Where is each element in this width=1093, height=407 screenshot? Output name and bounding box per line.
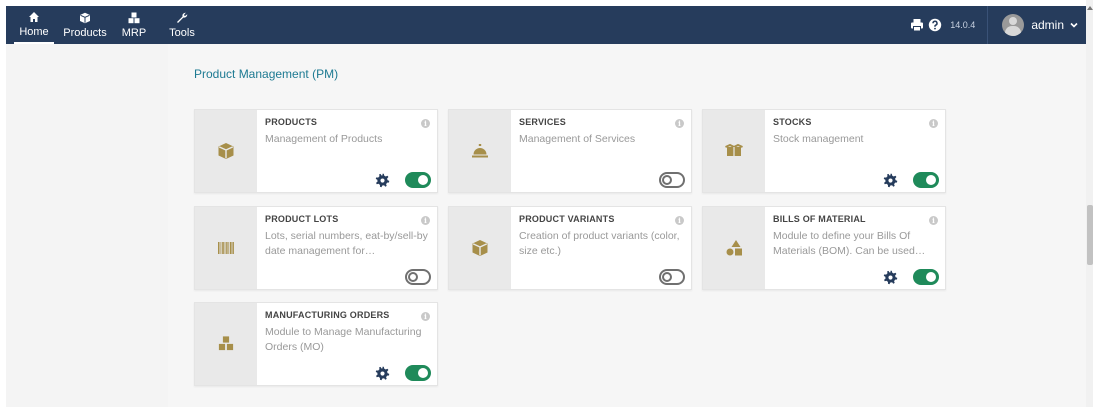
module-title: SERVICES [519, 117, 566, 127]
top-navbar: Home Products MRP Tools 14.0.4 admin [6, 6, 1086, 44]
module-title: PRODUCTS [265, 117, 318, 127]
module-title: MANUFACTURING ORDERS [265, 310, 390, 320]
print-icon[interactable] [910, 18, 924, 32]
home-icon [29, 11, 39, 22]
module-description: Stock management [773, 133, 864, 145]
info-icon[interactable]: i [929, 119, 938, 128]
module-icon-panel [195, 303, 257, 385]
user-menu[interactable]: admin [987, 6, 1086, 44]
module-card-product-variants: PRODUCT VARIANTS Creation of product var… [448, 206, 692, 290]
module-title: STOCKS [773, 117, 812, 127]
module-toggle[interactable] [913, 269, 939, 285]
module-icon-panel [703, 207, 765, 289]
concierge-bell-icon [472, 144, 488, 158]
scrollbar-thumb[interactable] [1087, 205, 1093, 265]
cubes-icon [218, 335, 234, 351]
section-title: Product Management (PM) [194, 67, 339, 81]
gear-icon[interactable] [375, 173, 390, 188]
module-description: Lots, serial numbers, eat-by/sell-by dat… [265, 230, 428, 257]
info-icon[interactable]: i [421, 119, 430, 128]
module-card-bills-of-material: BILLS OF MATERIAL Module to define your … [702, 206, 946, 290]
nav-home[interactable]: Home [14, 6, 54, 44]
header-tools: 14.0.4 admin [910, 6, 1086, 44]
module-description: Module to define your Bills Of Materials… [773, 230, 926, 257]
info-icon[interactable]: i [929, 216, 938, 225]
chevron-down-icon [1070, 22, 1078, 28]
nav-label: MRP [121, 26, 147, 39]
info-icon[interactable]: i [675, 216, 684, 225]
shapes-icon [726, 240, 742, 256]
module-title: BILLS OF MATERIAL [773, 214, 866, 224]
module-description: Management of Products [265, 133, 383, 145]
username: admin [1031, 18, 1064, 32]
module-toggle[interactable] [659, 172, 685, 188]
module-description: Creation of product variants (color, siz… [519, 230, 680, 257]
module-toggle[interactable] [405, 365, 431, 381]
nav-label: Home [19, 25, 49, 38]
help-icon[interactable] [928, 18, 942, 32]
module-card-manufacturing-orders: MANUFACTURING ORDERS Module to Manage Ma… [194, 302, 438, 386]
scroll-up-icon[interactable] [1087, 6, 1093, 10]
nav-label: Tools [169, 26, 195, 39]
wrench-icon [177, 12, 188, 23]
module-icon-panel [449, 110, 511, 192]
gear-icon[interactable] [883, 173, 898, 188]
cube-icon [218, 143, 234, 159]
module-title: PRODUCT LOTS [265, 214, 339, 224]
module-card-products: PRODUCTS Management of Products i [194, 109, 438, 193]
info-icon[interactable]: i [675, 119, 684, 128]
module-toggle[interactable] [913, 172, 939, 188]
avatar [1002, 14, 1025, 36]
module-title: PRODUCT VARIANTS [519, 214, 615, 224]
info-icon[interactable]: i [421, 216, 430, 225]
module-icon-panel [195, 207, 257, 289]
module-toggle[interactable] [405, 172, 431, 188]
module-card-stocks: STOCKS Stock management i [702, 109, 946, 193]
module-card-services: SERVICES Management of Services i [448, 109, 692, 193]
vertical-scrollbar[interactable] [1086, 0, 1093, 407]
module-card-product-lots: PRODUCT LOTS Lots, serial numbers, eat-b… [194, 206, 438, 290]
cube-icon [80, 12, 90, 23]
cubes-icon [128, 12, 140, 23]
nav-tools[interactable]: Tools [162, 6, 202, 44]
left-sidebar [6, 44, 168, 407]
nav-mrp[interactable]: MRP [114, 6, 154, 44]
module-icon-panel [195, 110, 257, 192]
module-toggle[interactable] [659, 269, 685, 285]
boxes-icon [725, 143, 743, 156]
gear-icon[interactable] [375, 366, 390, 381]
nav-products[interactable]: Products [60, 6, 110, 44]
module-icon-panel [703, 110, 765, 192]
barcode-icon [218, 242, 234, 254]
gear-icon[interactable] [883, 270, 898, 285]
module-description: Management of Services [519, 133, 636, 145]
module-toggle[interactable] [405, 269, 431, 285]
cube-icon [472, 240, 488, 256]
info-icon[interactable]: i [421, 312, 430, 321]
module-description: Module to Manage Manufacturing Orders (M… [265, 326, 422, 353]
nav-label: Products [63, 26, 107, 39]
version-label: 14.0.4 [950, 20, 976, 30]
module-icon-panel [449, 207, 511, 289]
